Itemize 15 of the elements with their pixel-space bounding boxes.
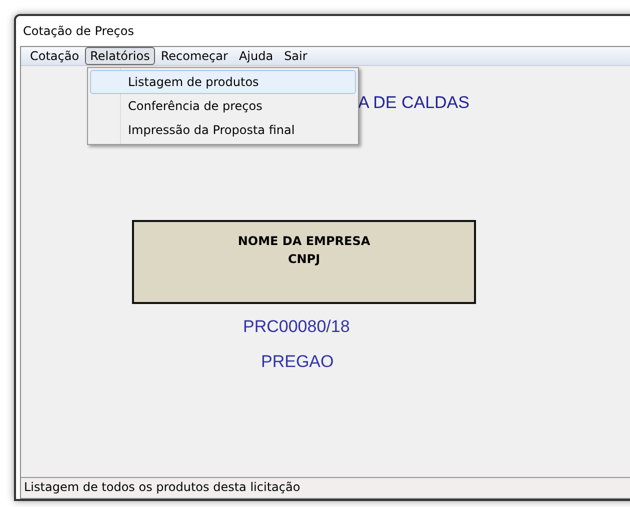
dropdown-item[interactable]: Impressão da Proposta final	[90, 118, 356, 142]
company-name: NOME DA EMPRESA	[238, 232, 370, 250]
menu-item[interactable]: Sair	[279, 47, 312, 65]
dropdown-item[interactable]: Conferência de preços	[90, 94, 356, 118]
modality-text: PREGAO	[261, 351, 334, 373]
process-number: PRC00080/18	[243, 316, 350, 338]
status-text: Listagem de todos os produtos desta licitação	[24, 479, 300, 496]
heading-text: A DE CALDAS	[358, 92, 470, 114]
menu-item[interactable]: Relatórios	[85, 47, 155, 65]
menu-item[interactable]: Recomeçar	[156, 47, 233, 65]
window-title: Cotação de Preços	[23, 23, 134, 40]
menu-item[interactable]: Ajuda	[234, 47, 278, 65]
menu-item[interactable]: Cotação	[25, 47, 84, 65]
dropdown-item[interactable]: Listagem de produtos	[90, 70, 356, 94]
company-cnpj: CNPJ	[288, 250, 320, 268]
